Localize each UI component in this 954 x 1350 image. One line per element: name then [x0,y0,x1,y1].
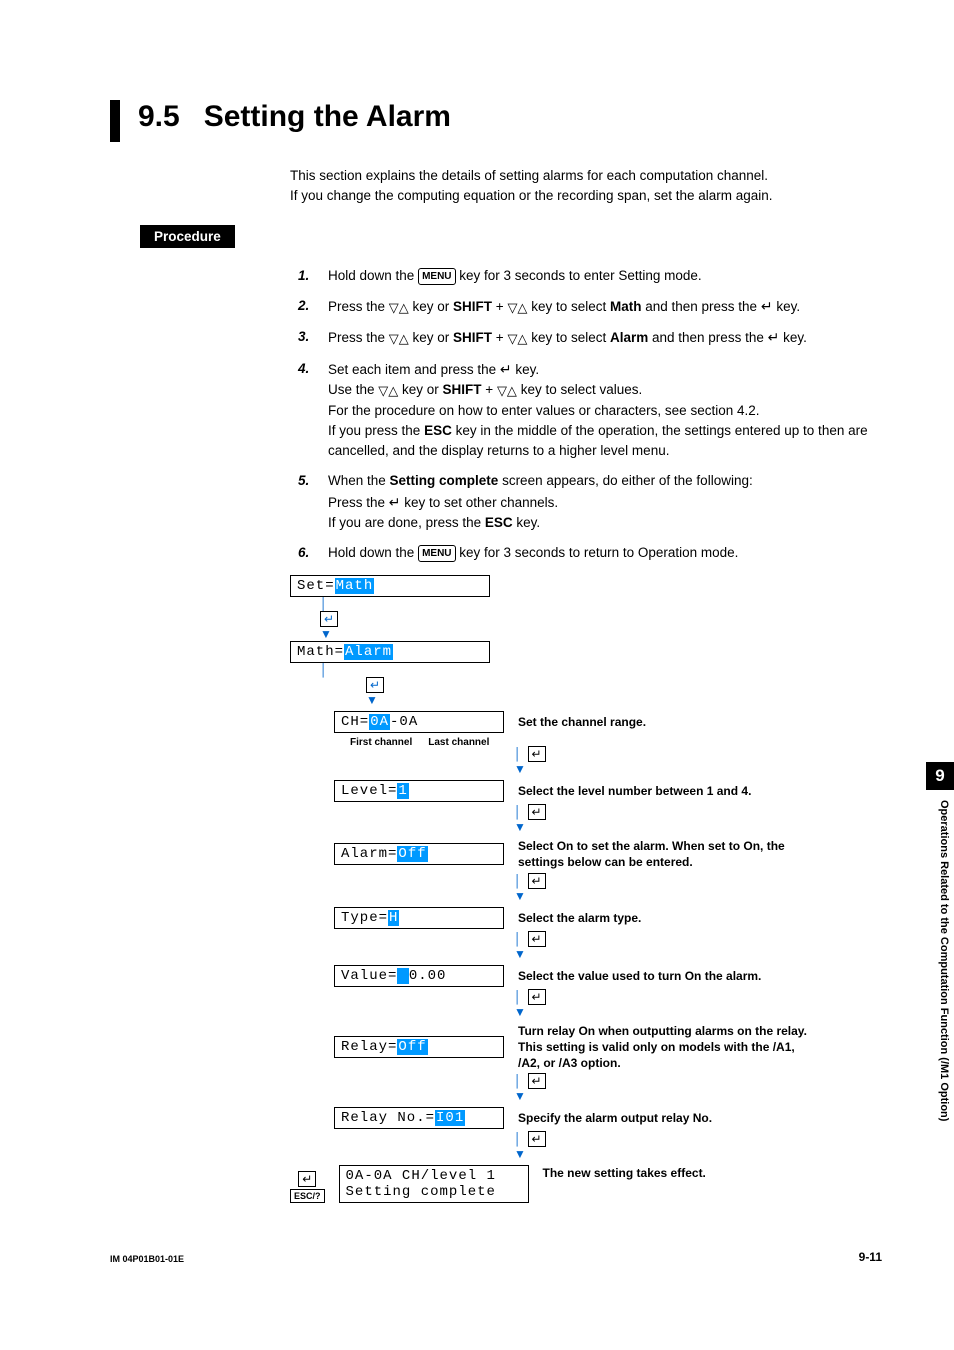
side-caption: Operations Related to the Computation Fu… [930,800,950,1121]
procedure-label: Procedure [140,225,235,248]
updown-key-icon: ▽△ [389,329,409,349]
page-number: 9-11 [859,1250,882,1264]
desc-relayno: Specify the alarm output relay No. [518,1110,712,1126]
display-box-type: Type=H [334,907,504,929]
section-number: 9.5 [138,100,180,134]
shift-key: SHIFT [453,299,492,314]
title-bar [110,100,120,142]
t: key for 3 seconds to enter Setting mode. [456,268,702,283]
flow-diagram: Set=Math │↵▼ Math=Alarm │ ↵▼ CH=0A-0A Se… [290,575,884,1203]
enter-key-icon: ↵ [366,677,384,693]
enter-key-icon: ↵ [761,298,773,314]
t: key. [773,299,801,314]
display-box-math: Math=Alarm [290,641,490,663]
updown-key-icon: ▽△ [378,381,398,401]
updown-key-icon: ▽△ [507,298,527,318]
shift-key: SHIFT [443,382,482,397]
enter-key-icon: ↵ [500,361,512,377]
t: key or [409,330,453,345]
esc-key: ESC [485,515,513,530]
display-box-set: Set=Math [290,575,490,597]
enter-key-icon: ↵ [528,1073,546,1089]
esc-key-label: ESC/? [290,1189,325,1203]
desc-value: Select the value used to turn On the ala… [518,968,761,984]
t: + [492,299,507,314]
display-box-complete: 0A-0A CH/level 1 Setting complete [339,1165,529,1203]
enter-key-icon: ↵ [768,329,780,345]
enter-key-icon: ↵ [528,931,546,947]
t: Setting complete [390,473,499,488]
t: key to set other channels. [401,495,559,510]
t: and then press the [641,299,760,314]
enter-key-icon: ↵ [528,1131,546,1147]
t: screen appears, do either of the followi… [498,473,752,488]
t: key or [398,382,442,397]
display-box-relayno: Relay No.=I01 [334,1107,504,1129]
enter-key-icon: ↵ [320,611,338,627]
t: key to select values. [517,382,642,397]
desc-alarm: Select On to set the alarm. When set to … [518,838,818,870]
t: Press the [328,495,389,510]
desc-level: Select the level number between 1 and 4. [518,783,751,799]
display-box-value: Value= 0.00 [334,965,504,987]
doc-id: IM 04P01B01-01E [110,1254,184,1264]
desc-ch: Set the channel range. [518,714,646,730]
t: key. [779,330,807,345]
t: key. [512,362,540,377]
chapter-tab: 9 [926,762,954,790]
menu-key-icon: MENU [418,545,455,562]
shift-key: SHIFT [453,330,492,345]
updown-key-icon: ▽△ [389,298,409,318]
esc-key: ESC [424,423,452,438]
t: + [492,330,507,345]
enter-key-icon: ↵ [389,494,401,510]
intro-line: If you change the computing equation or … [290,186,884,206]
t: If you are done, press the [328,515,485,530]
intro-text: This section explains the details of set… [290,166,884,207]
enter-key-icon: ↵ [528,804,546,820]
enter-key-icon: ↵ [528,746,546,762]
enter-key-icon: ↵ [528,873,546,889]
t: Hold down the [328,545,418,560]
t: key or [409,299,453,314]
desc-type: Select the alarm type. [518,910,641,926]
t: + [482,382,497,397]
display-box-ch: CH=0A-0A [334,711,504,733]
enter-key-icon: ↵ [528,989,546,1005]
section-heading: Setting the Alarm [204,100,451,134]
t: When the [328,473,390,488]
updown-key-icon: ▽△ [507,329,527,349]
updown-key-icon: ▽△ [497,381,517,401]
display-box-relay: Relay=Off [334,1036,504,1058]
procedure-steps: 1. Hold down the MENU key for 3 seconds … [298,266,884,564]
t: If you press the [328,423,424,438]
t: Math [610,299,642,314]
t: For the procedure on how to enter values… [328,403,760,418]
t: Use the [328,382,378,397]
last-channel-label: Last channel [428,737,489,748]
t: key. [513,515,541,530]
t: key to select [527,299,610,314]
menu-key-icon: MENU [418,268,455,285]
first-channel-label: First channel [350,737,412,748]
t: Set each item and press the [328,362,500,377]
t: Press the [328,299,389,314]
desc-complete: The new setting takes effect. [543,1165,706,1181]
intro-line: This section explains the details of set… [290,166,884,186]
t: Alarm [610,330,648,345]
t: key to select [527,330,610,345]
section-title: 9.5 Setting the Alarm [110,100,884,142]
display-box-level: Level=1 [334,780,504,802]
desc-relay: Turn relay On when outputting alarms on … [518,1023,818,1072]
t: Hold down the [328,268,418,283]
t: key for 3 seconds to return to Operation… [456,545,739,560]
t: and then press the [648,330,767,345]
display-box-alarm: Alarm=Off [334,843,504,865]
t: Press the [328,330,389,345]
enter-key-icon: ↵ [298,1171,316,1187]
